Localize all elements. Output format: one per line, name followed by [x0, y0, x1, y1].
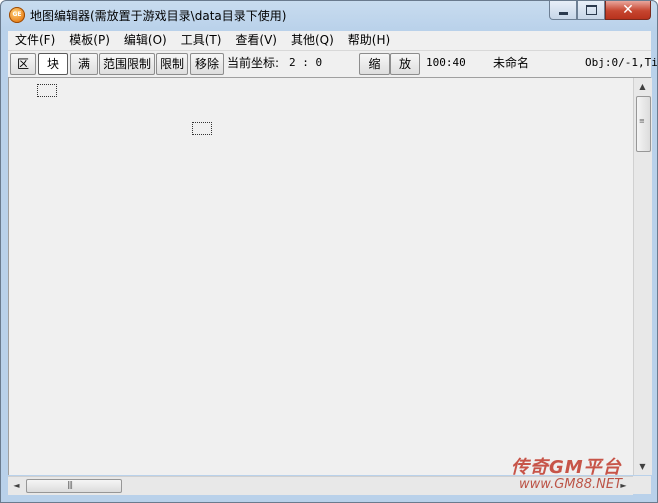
menu-edit[interactable]: 编辑(O) — [117, 31, 174, 50]
limit-button[interactable]: 限制 — [156, 53, 188, 75]
remove-button[interactable]: 移除 — [190, 53, 224, 75]
close-button[interactable]: ✕ — [605, 1, 651, 20]
caption-buttons: ✕ — [549, 1, 651, 21]
app-icon-text: GE — [12, 11, 22, 18]
scroll-left-arrow[interactable]: ◄ — [8, 477, 25, 494]
horizontal-scroll-thumb[interactable]: ||| — [26, 479, 122, 493]
maximize-button[interactable] — [577, 1, 605, 20]
scroll-up-arrow[interactable]: ▲ — [634, 78, 651, 95]
range-limit-button[interactable]: 范围限制 — [99, 53, 155, 75]
shrink-button[interactable]: 缩 — [359, 53, 390, 75]
coord-label: 当前坐标: — [227, 56, 280, 70]
menu-bar: 文件(F) 模板(P) 编辑(O) 工具(T) 查看(V) 其他(Q) 帮助(H… — [8, 31, 651, 51]
minimize-button[interactable] — [549, 1, 577, 20]
enlarge-button[interactable]: 放 — [390, 53, 420, 75]
title-bar[interactable]: GE 地图编辑器(需放置于游戏目录\data目录下使用) ✕ — [1, 1, 657, 29]
menu-view[interactable]: 查看(V) — [228, 31, 284, 50]
menu-file[interactable]: 文件(F) — [8, 31, 62, 50]
app-window: GE 地图编辑器(需放置于游戏目录\data目录下使用) ✕ 文件(F) 模板(… — [0, 0, 658, 503]
map-canvas[interactable] — [8, 78, 634, 475]
menu-tools[interactable]: 工具(T) — [174, 31, 229, 50]
toolbar: 区 块 满 范围限制 限制 移除 当前坐标: 2 : 0 缩 放 100:40 … — [8, 51, 657, 78]
block-button[interactable]: 块 — [38, 53, 68, 75]
zoom-readout: 100:40 — [426, 56, 466, 69]
selection-marker[interactable] — [37, 84, 57, 97]
maximize-icon — [585, 5, 597, 15]
watermark-logo: 传奇GM平台 www.GM88.NET — [511, 453, 651, 497]
window-title: 地图编辑器(需放置于游戏目录\data目录下使用) — [30, 9, 287, 23]
minimize-icon — [558, 11, 568, 15]
obj-info: Obj:0/-1,Ti — [585, 56, 658, 69]
selection-marker[interactable] — [192, 122, 212, 135]
menu-template[interactable]: 模板(P) — [62, 31, 117, 50]
close-icon: ✕ — [622, 2, 634, 18]
grip-icon: ||| — [67, 480, 73, 489]
menu-other[interactable]: 其他(Q) — [284, 31, 341, 50]
grip-icon: ≡ — [639, 117, 645, 125]
zone-button[interactable]: 区 — [10, 53, 36, 75]
vertical-scroll-thumb[interactable]: ≡ — [636, 96, 651, 152]
full-button[interactable]: 满 — [70, 53, 98, 75]
menu-help[interactable]: 帮助(H) — [341, 31, 397, 50]
coord-value: 2 : 0 — [289, 56, 323, 69]
watermark-sub: www.GM88.NET — [519, 477, 623, 492]
vertical-scrollbar[interactable]: ▲ ≡ ▼ — [633, 78, 652, 475]
map-name: 未命名 — [493, 56, 530, 70]
watermark-main: 传奇GM平台 — [511, 457, 622, 478]
app-icon: GE — [9, 7, 25, 23]
